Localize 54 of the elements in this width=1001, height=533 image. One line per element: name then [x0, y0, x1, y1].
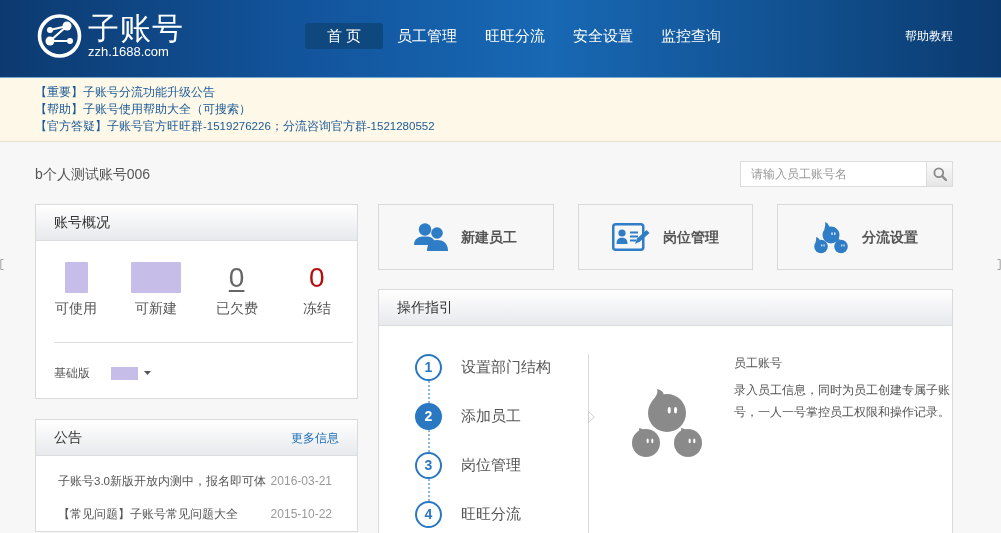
stat-value: 0 [309, 262, 325, 293]
stat-label: 已欠费 [215, 299, 258, 318]
step-number[interactable]: 2 [415, 403, 442, 430]
announcement-date: 2016-03-21 [270, 473, 332, 490]
stat-label: 可使用 [55, 299, 98, 318]
panel-title: 公告 [54, 428, 82, 447]
announcement-link[interactable]: 【常见问题】子账号常见问题大全 [58, 498, 238, 531]
nav-tab[interactable]: 首 页 [305, 22, 383, 49]
edge-bracket-icon [0, 259, 4, 270]
detail-title: 员工账号 [734, 355, 783, 372]
logo-title: 子账号 [88, 12, 184, 44]
step-label[interactable]: 岗位管理 [461, 454, 521, 477]
logo-icon[interactable] [37, 13, 82, 58]
id-card-icon [612, 223, 650, 251]
search-icon [932, 167, 947, 181]
announcement-link[interactable]: 子账号3.0新版开放内测中，报名即可体 [58, 465, 266, 498]
stat-value-link[interactable]: 0 [228, 262, 245, 293]
announcement-date: 2015-10-22 [270, 506, 332, 523]
more-info-link[interactable]: 更多信息 [291, 428, 339, 447]
blob-characters-drawing [631, 388, 703, 458]
redaction-block [64, 262, 88, 293]
edge-bracket-icon [997, 259, 1001, 270]
quick-action-button[interactable]: 分流设置 [777, 204, 953, 270]
stat-label: 冻结 [302, 299, 331, 318]
account-name: b个人测试账号006 [35, 164, 151, 184]
search-field[interactable]: 请输入员工账号名 [740, 161, 926, 187]
blob-characters-icon [812, 220, 849, 254]
redaction-block [111, 366, 138, 380]
quick-action-button[interactable]: 岗位管理 [577, 204, 754, 270]
redaction-block [131, 262, 182, 293]
step-label[interactable]: 设置部门结构 [461, 356, 551, 379]
nav-tab[interactable]: 安全设置 [559, 22, 647, 49]
step-number[interactable]: 3 [415, 452, 442, 479]
notice-link[interactable]: 【官方答疑】子账号官方旺旺群-1519276226；分流咨询官方群-1521280552 [35, 118, 435, 135]
detail-text: 录入员工信息，同时为员工创建专属子账号，一人一号掌控员工权限和操作记录。 [734, 382, 951, 421]
search-button[interactable] [926, 161, 953, 187]
stat-label: 可新建 [135, 299, 178, 318]
notice-link[interactable]: 【重要】子账号分流功能升级公告 [35, 84, 215, 101]
step-label[interactable]: 旺旺分流 [461, 503, 521, 526]
nav-tab[interactable]: 员工管理 [383, 22, 471, 49]
step-label[interactable]: 添加员工 [461, 405, 521, 428]
panel-title: 账号概况 [54, 213, 110, 232]
panel-title: 操作指引 [397, 298, 453, 317]
step-number[interactable]: 1 [415, 354, 442, 381]
caret-icon[interactable] [144, 371, 151, 375]
people-icon [414, 223, 449, 251]
step-number[interactable]: 4 [415, 501, 442, 528]
nav-tab[interactable]: 旺旺分流 [471, 22, 559, 49]
quick-action-button[interactable]: 新建员工 [378, 204, 554, 270]
logo-domain: zzh.1688.com [88, 44, 170, 59]
edition-label: 基础版 [54, 365, 90, 382]
notice-link[interactable]: 【帮助】子账号使用帮助大全（可搜索） [35, 101, 251, 118]
help-link[interactable]: 帮助教程 [905, 26, 953, 45]
nav-tab[interactable]: 监控查询 [647, 22, 735, 49]
